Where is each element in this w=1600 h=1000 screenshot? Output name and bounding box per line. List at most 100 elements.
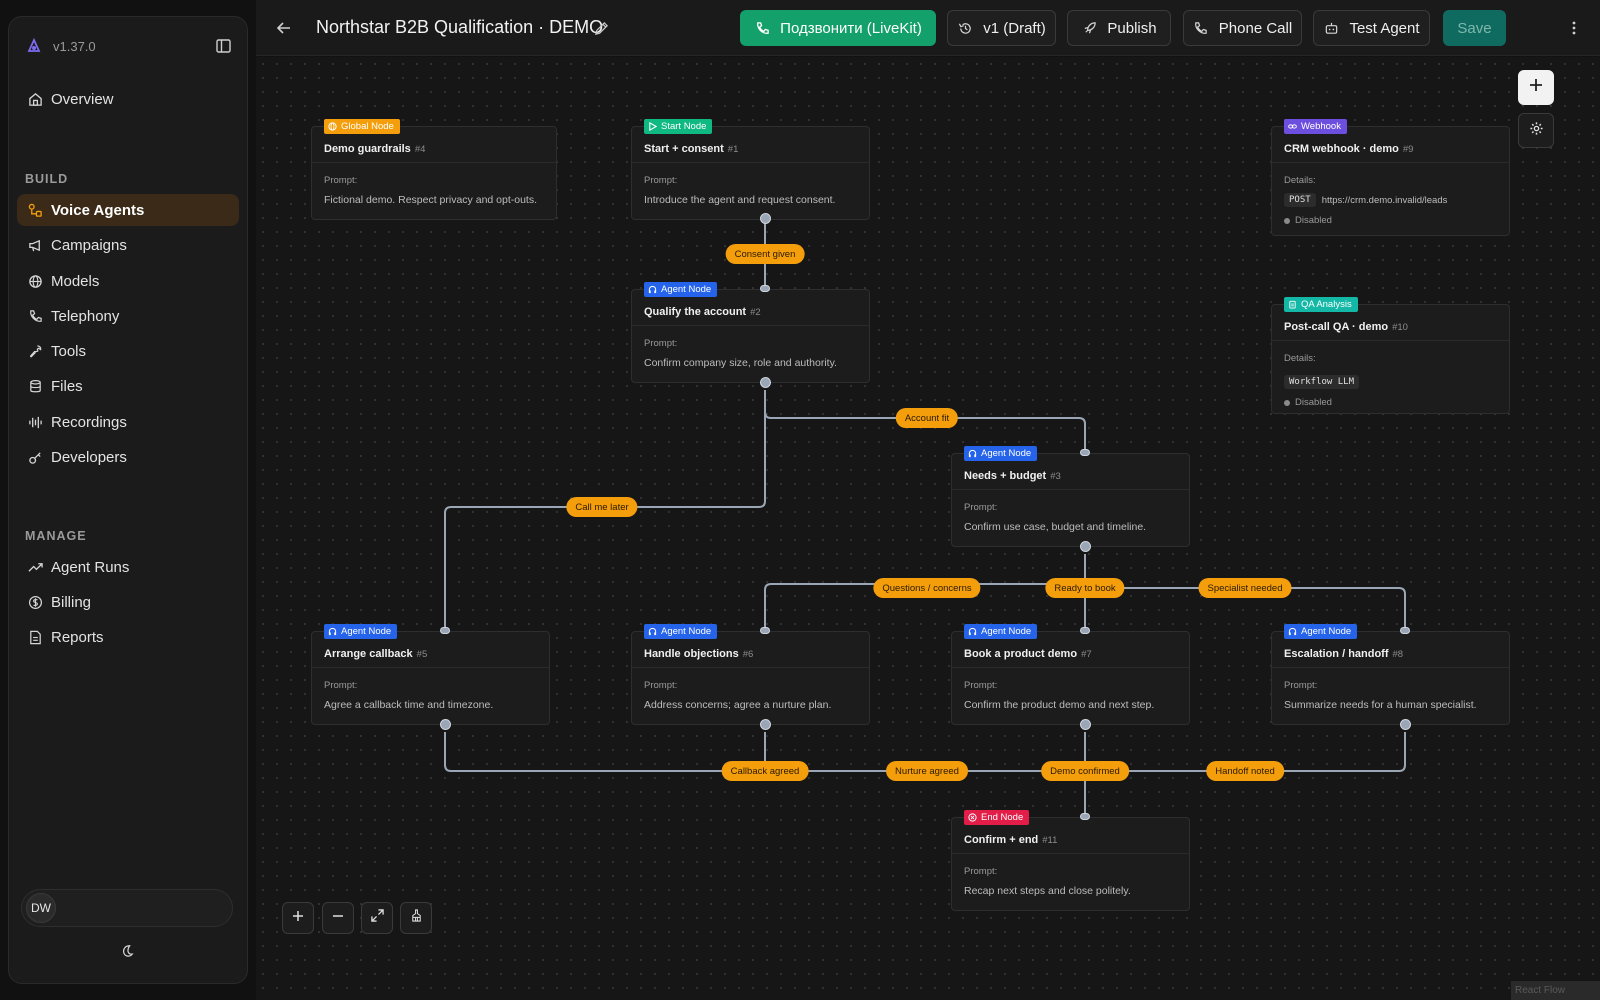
node-handle-in[interactable] — [1080, 627, 1090, 634]
sidebar-item-overview[interactable]: Overview — [17, 83, 239, 115]
test-agent-button[interactable]: Test Agent — [1313, 10, 1430, 46]
sidebar-item-recordings[interactable]: Recordings — [17, 406, 239, 438]
sidebar-item-label: Billing — [51, 593, 92, 611]
node-handle-in[interactable] — [1080, 449, 1090, 456]
edge-label-demo-confirmed[interactable]: Demo confirmed — [1041, 761, 1129, 781]
agent-node-escalation[interactable]: Agent Node Escalation / handoff #8 Prompt… — [1271, 624, 1510, 725]
sidebar-item-developers[interactable]: Developers — [17, 441, 239, 473]
call-livekit-button[interactable]: Подзвонити (LiveKit) — [740, 10, 936, 46]
save-button[interactable]: Save — [1443, 10, 1506, 46]
edge-label-nurture-agreed[interactable]: Nurture agreed — [886, 761, 968, 781]
node-handle-out[interactable] — [760, 213, 771, 224]
edge-label-call-me-later[interactable]: Call me later — [566, 497, 638, 517]
edge-label-account-fit[interactable]: Account fit — [895, 408, 959, 428]
edge-label-specialist-needed[interactable]: Specialist needed — [1198, 578, 1292, 598]
node-handle-in[interactable] — [760, 627, 770, 634]
node-title-text: Qualify the account — [644, 306, 747, 318]
node-handle-in[interactable] — [760, 285, 770, 292]
node-handle-out[interactable] — [1080, 541, 1091, 552]
sidebar-item-telephony[interactable]: Telephony — [17, 300, 239, 332]
sidebar-item-label: Tools — [51, 342, 87, 360]
flow-canvas[interactable]: Global Node Demo guardrails #4 Prompt: Fi… — [256, 57, 1600, 1000]
user-menu[interactable]: DW — [21, 889, 233, 927]
minus-icon — [332, 909, 344, 927]
version-button[interactable]: v1 (Draft) — [947, 10, 1056, 46]
sidebar-item-reports[interactable]: Reports — [17, 621, 239, 653]
publish-button[interactable]: Publish — [1067, 10, 1171, 46]
react-flow-attribution[interactable]: React Flow — [1511, 981, 1600, 1000]
wrench-icon — [27, 343, 43, 359]
avatar: DW — [26, 893, 56, 923]
node-title-text: Demo guardrails — [324, 143, 411, 155]
start-node-start-consent[interactable]: Start Node Start + consent #1 Prompt: Int… — [631, 119, 870, 220]
sidebar-item-tools[interactable]: Tools — [17, 335, 239, 367]
node-id: #8 — [1392, 649, 1404, 660]
node-handle-in[interactable] — [1400, 627, 1410, 634]
sidebar-item-voice-agents[interactable]: Voice Agents — [17, 194, 239, 226]
edge-label-handoff-noted[interactable]: Handoff noted — [1206, 761, 1284, 781]
global-node-demo-guardrails[interactable]: Global Node Demo guardrails #4 Prompt: Fi… — [311, 119, 557, 220]
sidebar-item-label: Telephony — [51, 307, 120, 325]
sidebar-item-agent-runs[interactable]: Agent Runs — [17, 551, 239, 583]
history-icon — [957, 20, 973, 36]
agent-node-book-demo[interactable]: Agent Node Book a product demo #7 Prompt:… — [951, 624, 1190, 725]
agent-node-needs-budget[interactable]: Agent Node Needs + budget #3 Prompt: Conf… — [951, 446, 1190, 547]
node-status: Disabled — [1284, 215, 1497, 226]
canvas-settings-button[interactable] — [1518, 113, 1554, 148]
app-logo-icon[interactable] — [25, 37, 43, 55]
sidebar-item-label: Overview — [51, 90, 114, 108]
sidebar-item-files[interactable]: Files — [17, 370, 239, 402]
node-type-badge: Webhook — [1284, 119, 1347, 134]
node-type-label: Agent Node — [661, 626, 712, 637]
sidebar-item-billing[interactable]: Billing — [17, 586, 239, 618]
end-node-confirm-end[interactable]: End Node Confirm + end #11 Prompt: Recap … — [951, 810, 1190, 911]
agent-node-handle-objections[interactable]: Agent Node Handle objections #6 Prompt: A… — [631, 624, 870, 725]
theme-toggle-moon-icon[interactable] — [117, 941, 137, 961]
node-type-label: End Node — [981, 812, 1024, 823]
edge-label-consent-given[interactable]: Consent given — [725, 244, 805, 264]
call-livekit-label: Подзвонити (LiveKit) — [780, 19, 922, 37]
webhook-url: https://crm.demo.invalid/leads — [1321, 194, 1448, 206]
clipboard-icon — [1288, 300, 1297, 309]
node-handle-out[interactable] — [1400, 719, 1411, 730]
fit-view-button[interactable] — [361, 902, 393, 934]
node-field-label: Prompt: — [964, 680, 998, 691]
auto-layout-button[interactable] — [400, 902, 432, 934]
edge-label-ready-to-book[interactable]: Ready to book — [1045, 578, 1125, 598]
pencil-icon[interactable] — [591, 18, 611, 38]
node-handle-out[interactable] — [1080, 719, 1091, 730]
sidebar-item-campaigns[interactable]: Campaigns — [17, 229, 239, 261]
llm-chip: Workflow LLM — [1284, 375, 1360, 389]
document-icon — [27, 629, 43, 645]
node-type-label: Agent Node — [981, 626, 1032, 637]
more-vertical-icon[interactable] — [1564, 18, 1584, 38]
node-type-badge: Agent Node — [1284, 624, 1358, 639]
sidebar-item-models[interactable]: Models — [17, 265, 239, 297]
megaphone-icon — [27, 237, 43, 253]
zoom-out-button[interactable] — [322, 902, 354, 934]
node-title-text: Post-call QA · demo — [1284, 321, 1389, 333]
play-icon — [648, 122, 657, 131]
webhook-node-crm[interactable]: Webhook CRM webhook · demo #9 Details: PO… — [1271, 119, 1510, 236]
qa-node-post-call[interactable]: QA Analysis Post-call QA · demo #10 Detai… — [1271, 297, 1510, 414]
version-label: v1 (Draft) — [983, 19, 1046, 37]
node-field-label: Prompt: — [644, 175, 678, 186]
node-handle-out[interactable] — [760, 377, 771, 388]
back-arrow-icon[interactable] — [272, 16, 296, 40]
node-handle-in[interactable] — [1080, 813, 1090, 820]
edge-label-questions[interactable]: Questions / concerns — [873, 578, 981, 598]
add-node-button[interactable] — [1518, 70, 1554, 105]
node-prompt-text: Confirm company size, role and authority… — [644, 357, 837, 369]
agent-node-qualify-account[interactable]: Agent Node Qualify the account #2 Prompt:… — [631, 282, 870, 383]
node-handle-in[interactable] — [440, 627, 450, 634]
phone-call-button[interactable]: Phone Call — [1183, 10, 1302, 46]
sidebar-item-label: Files — [51, 377, 83, 395]
agent-node-arrange-callback[interactable]: Agent Node Arrange callback #5 Prompt: Ag… — [311, 624, 550, 725]
zoom-in-button[interactable] — [282, 902, 314, 934]
node-status-text: Disabled — [1295, 215, 1332, 226]
sidebar-toggle-icon[interactable] — [213, 36, 233, 56]
edge-label-callback-agreed[interactable]: Callback agreed — [721, 761, 809, 781]
node-id: #3 — [1050, 471, 1061, 482]
node-handle-out[interactable] — [440, 719, 451, 730]
node-handle-out[interactable] — [760, 719, 771, 730]
